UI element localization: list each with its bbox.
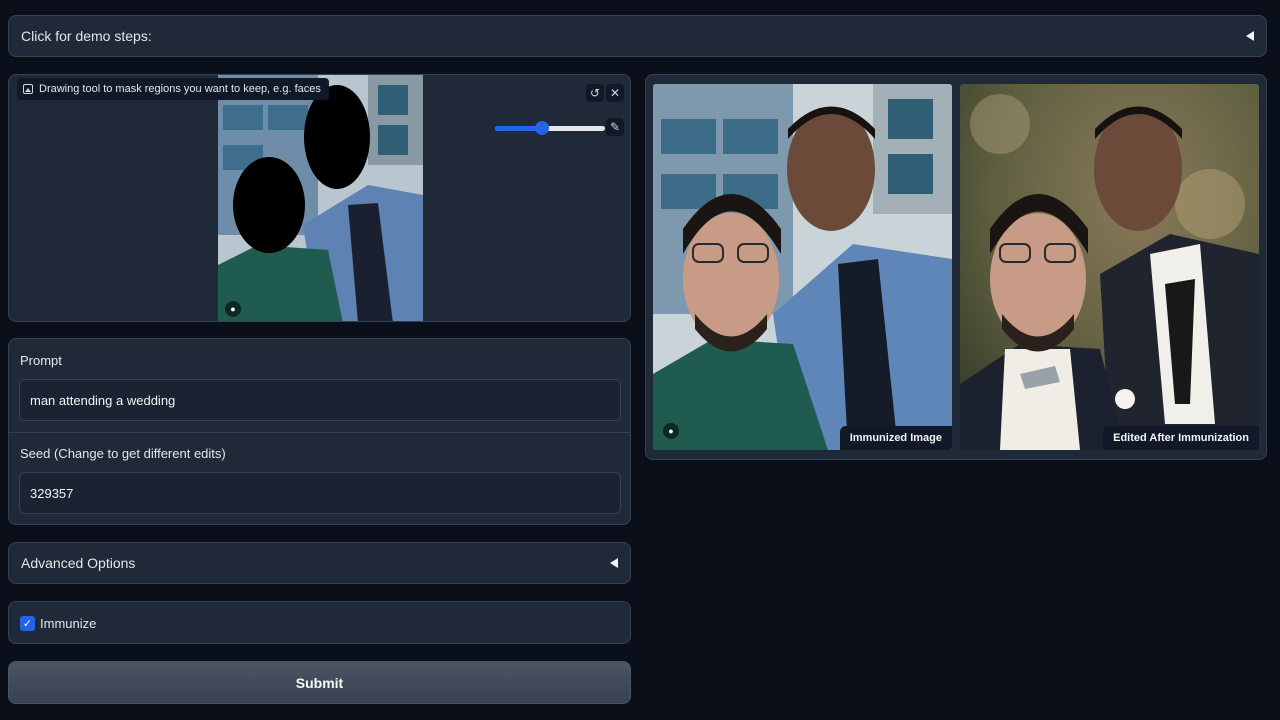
prompt-seed-block: Prompt man attending a wedding Seed (Cha… bbox=[8, 338, 631, 525]
collapse-arrow-icon bbox=[610, 558, 618, 568]
field-divider bbox=[9, 432, 630, 433]
immunize-label[interactable]: Immunize bbox=[40, 616, 96, 631]
gallery-caption: Immunized Image bbox=[839, 426, 952, 450]
slider-thumb[interactable] bbox=[535, 121, 550, 135]
advanced-options-label: Advanced Options bbox=[21, 555, 136, 571]
image-label-text: Drawing tool to mask regions you want to… bbox=[39, 83, 321, 95]
gallery-caption: Edited After Immunization bbox=[1103, 426, 1259, 450]
submit-button[interactable]: Submit bbox=[8, 661, 631, 704]
immunized-photo bbox=[653, 84, 952, 450]
demo-steps-label: Click for demo steps: bbox=[21, 28, 152, 44]
brush-size-slider[interactable] bbox=[495, 121, 605, 135]
demo-steps-accordion[interactable]: Click for demo steps: bbox=[8, 15, 1267, 57]
close-icon[interactable]: ✕ bbox=[606, 84, 624, 102]
seed-input[interactable]: 329357 bbox=[19, 472, 621, 514]
user-icon: ● bbox=[663, 423, 679, 439]
gallery-item-edited[interactable]: Edited After Immunization bbox=[960, 84, 1259, 450]
advanced-options-accordion[interactable]: Advanced Options bbox=[8, 542, 631, 584]
prompt-input[interactable]: man attending a wedding bbox=[19, 379, 621, 421]
brush-icon[interactable]: ✎ bbox=[606, 118, 624, 136]
gallery-item-immunized[interactable]: ● Immunized Image bbox=[653, 84, 952, 450]
user-icon: ● bbox=[225, 301, 241, 317]
immunize-checkbox[interactable]: ✓ bbox=[20, 616, 35, 631]
collapse-arrow-icon bbox=[1246, 31, 1254, 41]
immunize-row: ✓ Immunize bbox=[8, 601, 631, 644]
image-icon bbox=[23, 84, 33, 94]
mask-drawing-canvas[interactable]: Drawing tool to mask regions you want to… bbox=[8, 74, 631, 322]
undo-icon[interactable]: ↺ bbox=[586, 84, 604, 102]
prompt-label: Prompt bbox=[20, 353, 62, 368]
output-gallery: ● Immunized Image Edited After Immunizat… bbox=[645, 74, 1267, 460]
image-component-label: Drawing tool to mask regions you want to… bbox=[17, 78, 329, 100]
input-photo[interactable] bbox=[218, 75, 423, 322]
seed-label: Seed (Change to get different edits) bbox=[20, 446, 226, 461]
edited-photo bbox=[960, 84, 1259, 450]
